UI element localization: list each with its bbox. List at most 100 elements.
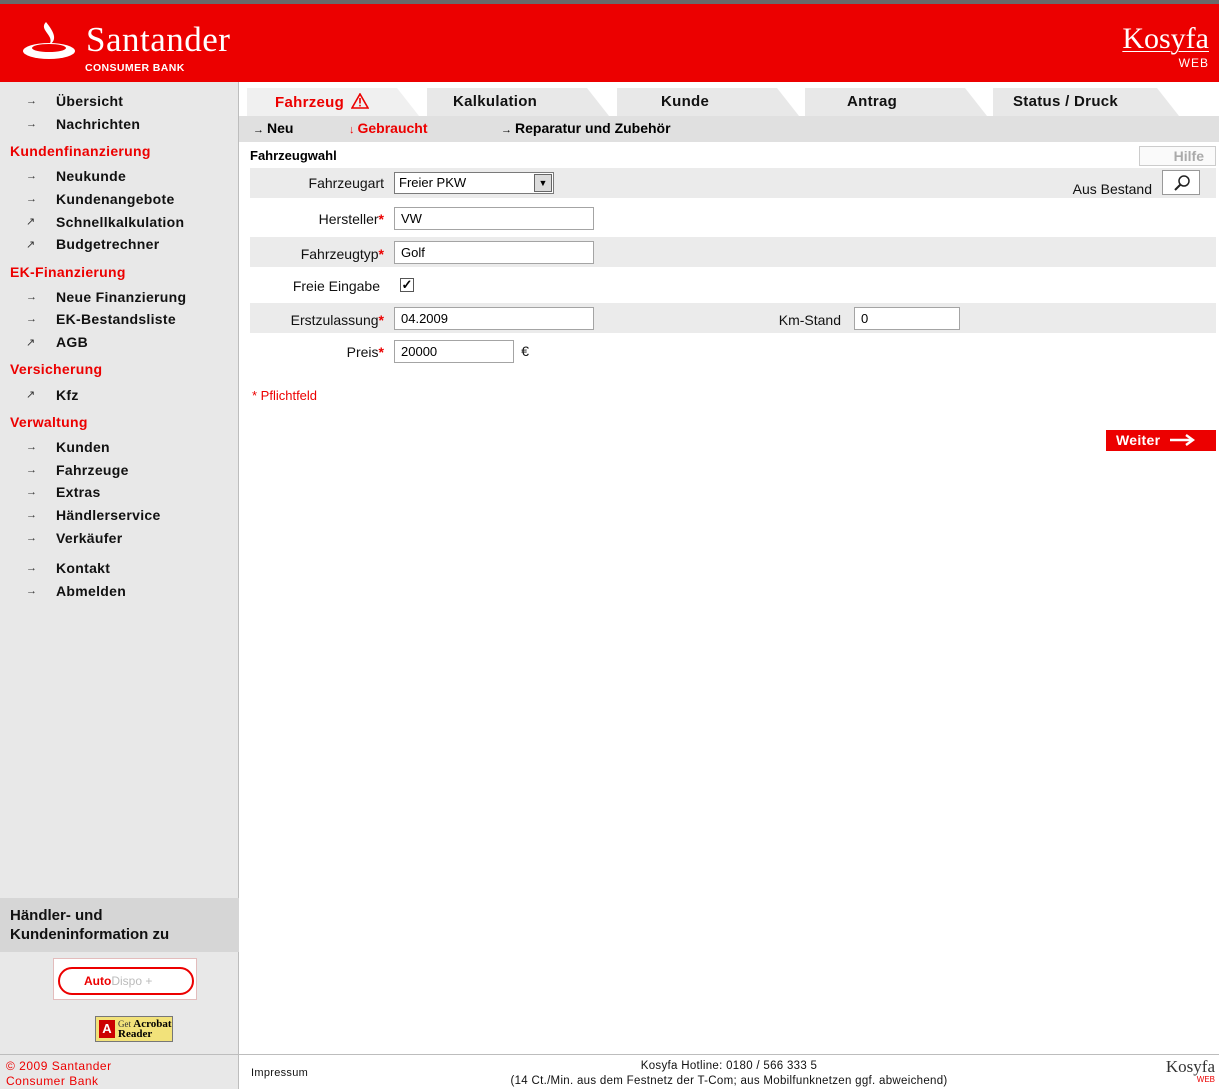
row-fahrzeugtyp: Fahrzeugtyp* Golf	[250, 237, 1216, 267]
sidebar-item-neukunde[interactable]: → Neukunde	[0, 165, 239, 188]
fahrzeugtyp-label-text: Fahrzeugtyp	[300, 246, 379, 262]
sidebar-heading-versicherung: Versicherung	[10, 361, 103, 378]
impressum-link[interactable]: Impressum	[251, 1067, 308, 1079]
arrow-right-icon: →	[26, 313, 38, 326]
preis-input[interactable]: 20000	[394, 340, 514, 363]
sidebar-item-label: Händlerservice	[56, 507, 161, 524]
fahrzeugtyp-input[interactable]: Golf	[394, 241, 594, 264]
arrow-right-icon	[1169, 434, 1195, 446]
arrow-right-icon: →	[26, 562, 38, 575]
aus-bestand-label: Aus Bestand	[1072, 181, 1152, 197]
sidebar-item-label: Kontakt	[56, 560, 111, 577]
subnav-label: Reparatur und Zubehör	[515, 120, 671, 136]
sidebar-item-kontakt[interactable]: → Kontakt	[0, 557, 239, 580]
sidebar-item-label: Budgetrechner	[56, 236, 160, 253]
km-stand-label: Km-Stand	[778, 312, 841, 328]
sidebar-item-budgetrechner[interactable]: ↗ Budgetrechner	[0, 233, 239, 256]
arrow-right-icon: →	[26, 193, 38, 206]
info-box-title: Händler- und Kundeninformation zu	[0, 898, 239, 952]
row-freie-eingabe: Freie Eingabe ✓	[250, 271, 1216, 301]
arrow-right-icon: →	[26, 463, 38, 476]
sidebar-heading-kundenfinanzierung: Kundenfinanzierung	[10, 143, 151, 160]
hersteller-input[interactable]: VW	[394, 207, 594, 230]
arrow-right-icon: →	[26, 441, 38, 454]
sidebar-item-abmelden[interactable]: → Abmelden	[0, 580, 239, 603]
autodispo-logo[interactable]: AutoDispo +	[53, 958, 197, 1000]
fahrzeugart-select[interactable]: Freier PKW ▼	[394, 172, 554, 194]
sidebar-item-label: AGB	[56, 334, 89, 351]
subnav-reparatur-zubehoer[interactable]: → Reparatur und Zubehör	[501, 120, 671, 136]
adobe-icon: A	[99, 1020, 115, 1038]
arrow-right-icon: →	[501, 124, 512, 136]
subnav-neu[interactable]: → Neu	[253, 120, 293, 136]
sidebar-item-uebersicht[interactable]: → Übersicht	[0, 90, 239, 113]
km-stand-input[interactable]: 0	[854, 307, 960, 330]
sidebar-item-neue-finanzierung[interactable]: → Neue Finanzierung	[0, 286, 239, 309]
required-star: *	[378, 344, 384, 360]
tab-fahrzeug-label: Fahrzeug	[275, 94, 345, 111]
required-star: *	[378, 246, 384, 262]
freie-eingabe-checkbox[interactable]: ✓	[400, 278, 414, 292]
sidebar-item-schnellkalkulation[interactable]: ↗ Schnellkalkulation	[0, 210, 239, 233]
hersteller-label: Hersteller*	[319, 211, 384, 227]
autodispo-text: AutoDispo +	[84, 974, 152, 988]
kosyfa-name: Kosyfa	[1122, 22, 1209, 55]
sidebar-item-label: Nachrichten	[56, 115, 141, 132]
external-arrow-icon: ↗	[26, 389, 36, 402]
sidebar-item-label: Fahrzeuge	[56, 461, 129, 478]
acrobat-text: Get Acrobat Reader	[118, 1019, 172, 1040]
sidebar-item-label: Neue Finanzierung	[56, 288, 187, 305]
sidebar-item-haendlerservice[interactable]: → Händlerservice	[0, 504, 239, 527]
sidebar-heading-verwaltung: Verwaltung	[10, 413, 88, 430]
currency-label: €	[521, 343, 529, 359]
sidebar-item-kfz[interactable]: ↗ Kfz	[0, 383, 239, 406]
fahrzeugtyp-label: Fahrzeugtyp*	[301, 246, 384, 262]
footer-logo-sub: WEB	[1196, 1075, 1215, 1084]
erstzulassung-label-text: Erstzulassung	[290, 312, 379, 328]
tab-fahrzeug[interactable]: Fahrzeug	[247, 88, 419, 116]
arrow-right-icon: →	[253, 124, 264, 136]
tab-status-druck[interactable]: Status / Druck	[993, 88, 1179, 116]
sidebar-nav: → Übersicht → Nachrichten Kundenfinanzieru…	[0, 90, 239, 602]
sidebar-item-kundenangebote[interactable]: → Kundenangebote	[0, 188, 239, 211]
footer-kosyfa-logo: Kosyfa WEB	[1166, 1058, 1215, 1085]
next-button[interactable]: Weiter	[1106, 430, 1216, 451]
sidebar-item-fahrzeuge[interactable]: → Fahrzeuge	[0, 459, 239, 482]
sidebar-item-label: EK-Bestandsliste	[56, 311, 176, 328]
flame-icon	[23, 22, 75, 59]
sidebar-item-nachrichten[interactable]: → Nachrichten	[0, 113, 239, 136]
tab-kunde[interactable]: Kunde	[617, 88, 799, 116]
preis-label: Preis*	[347, 344, 384, 360]
tab-antrag[interactable]: Antrag	[805, 88, 987, 116]
hersteller-label-text: Hersteller	[318, 211, 379, 227]
tab-kalkulation[interactable]: Kalkulation	[427, 88, 609, 116]
hotline-line2: (14 Ct./Min. aus dem Festnetz der T-Com;…	[510, 1075, 948, 1087]
sidebar-item-label: Schnellkalkulation	[56, 213, 185, 230]
sidebar-item-agb[interactable]: ↗ AGB	[0, 331, 239, 354]
required-note: * Pflichtfeld	[252, 388, 318, 403]
chevron-down-icon[interactable]: ▼	[534, 174, 552, 192]
erstzulassung-input[interactable]: 04.2009	[394, 307, 594, 330]
sidebar-item-kunden[interactable]: → Kunden	[0, 436, 239, 459]
sidebar-item-label: Kfz	[56, 386, 79, 403]
kosyfa-logo: Kosyfa WEB	[1089, 22, 1209, 71]
acrobat-reader-badge[interactable]: A Get Acrobat Reader	[95, 1016, 173, 1042]
tab-edge	[1157, 88, 1179, 116]
autodispo-text-auto: Auto	[84, 974, 112, 988]
tab-label: Kunde	[661, 93, 710, 110]
sidebar-item-ek-bestandsliste[interactable]: → EK-Bestandsliste	[0, 308, 239, 331]
sidebar-item-label: Übersicht	[56, 93, 124, 110]
acrobat-reader: Reader	[118, 1028, 153, 1040]
arrow-right-icon: →	[26, 290, 38, 303]
search-button[interactable]	[1162, 170, 1200, 195]
help-button[interactable]: Hilfe	[1139, 146, 1216, 166]
subnav-gebraucht[interactable]: ↓ Gebraucht	[349, 120, 428, 136]
arrow-right-icon: →	[26, 509, 38, 522]
sidebar-item-verkaeufer[interactable]: → Verkäufer	[0, 526, 239, 549]
magnifier-icon	[1174, 175, 1190, 191]
arrow-down-icon: ↓	[349, 124, 355, 136]
external-arrow-icon: ↗	[26, 216, 36, 229]
footer: Kosyfa Hotline: 0180 / 566 333 5 (14 Ct.…	[239, 1054, 1219, 1089]
sidebar-item-extras[interactable]: → Extras	[0, 481, 239, 504]
sidebar-item-label: Extras	[56, 484, 101, 501]
